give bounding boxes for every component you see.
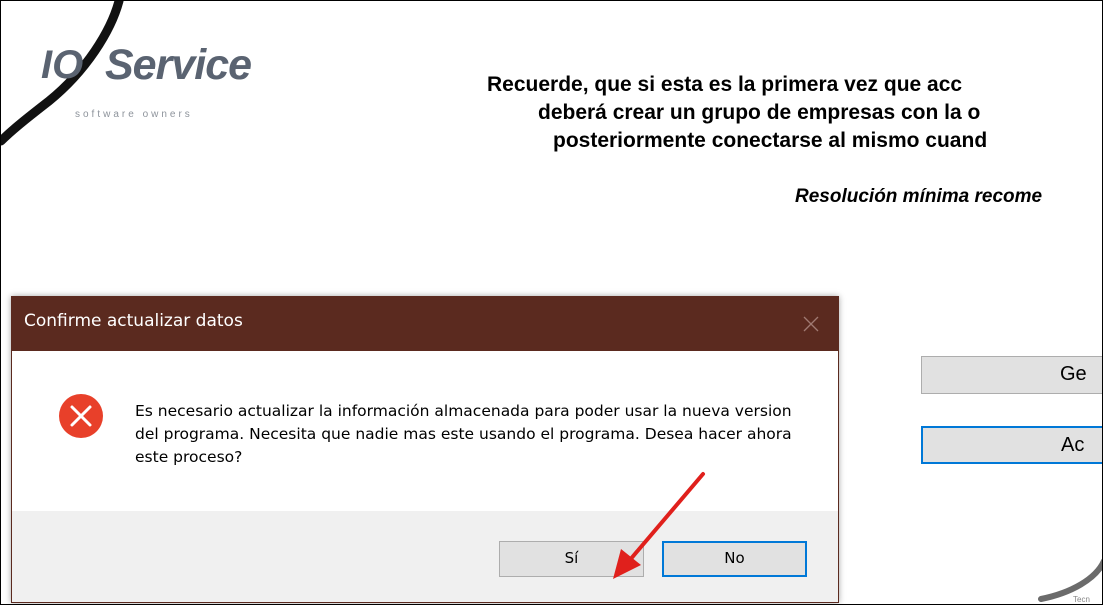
app-window: IO Service software owners Recuerde, que… (0, 0, 1103, 605)
logo-prefix: IO (41, 43, 84, 87)
logo-swoosh (1, 1, 124, 146)
resolution-note: Resolución mínima recome (795, 186, 1043, 207)
error-icon (59, 394, 103, 438)
background-button-ac[interactable]: Ac (921, 426, 1102, 464)
dialog-body: Es necesario actualizar la información a… (12, 351, 838, 511)
background-button-ge[interactable]: Ge (921, 356, 1102, 394)
corner-text: Tecn (1073, 595, 1090, 604)
close-icon[interactable] (784, 297, 838, 351)
welcome-message-line-3: posteriormente conectarse al mismo cuand (553, 129, 988, 152)
confirm-dialog: Confirme actualizar datos Es necesario a… (11, 296, 839, 603)
no-button[interactable]: No (662, 541, 807, 577)
dialog-title: Confirme actualizar datos (24, 311, 243, 331)
corner-swoosh-graphic (1038, 558, 1102, 602)
logo-wordmark: Service (105, 41, 252, 89)
welcome-message-line-2: deberá crear un grupo de empresas con la… (538, 101, 981, 124)
dialog-titlebar: Confirme actualizar datos (12, 297, 838, 351)
welcome-message-line-1: Recuerde, que si esta es la primera vez … (487, 73, 963, 96)
dialog-message: Es necesario actualizar la información a… (135, 402, 792, 466)
yes-button[interactable]: Sí (499, 541, 644, 577)
logo-tagline: software owners (75, 109, 193, 120)
